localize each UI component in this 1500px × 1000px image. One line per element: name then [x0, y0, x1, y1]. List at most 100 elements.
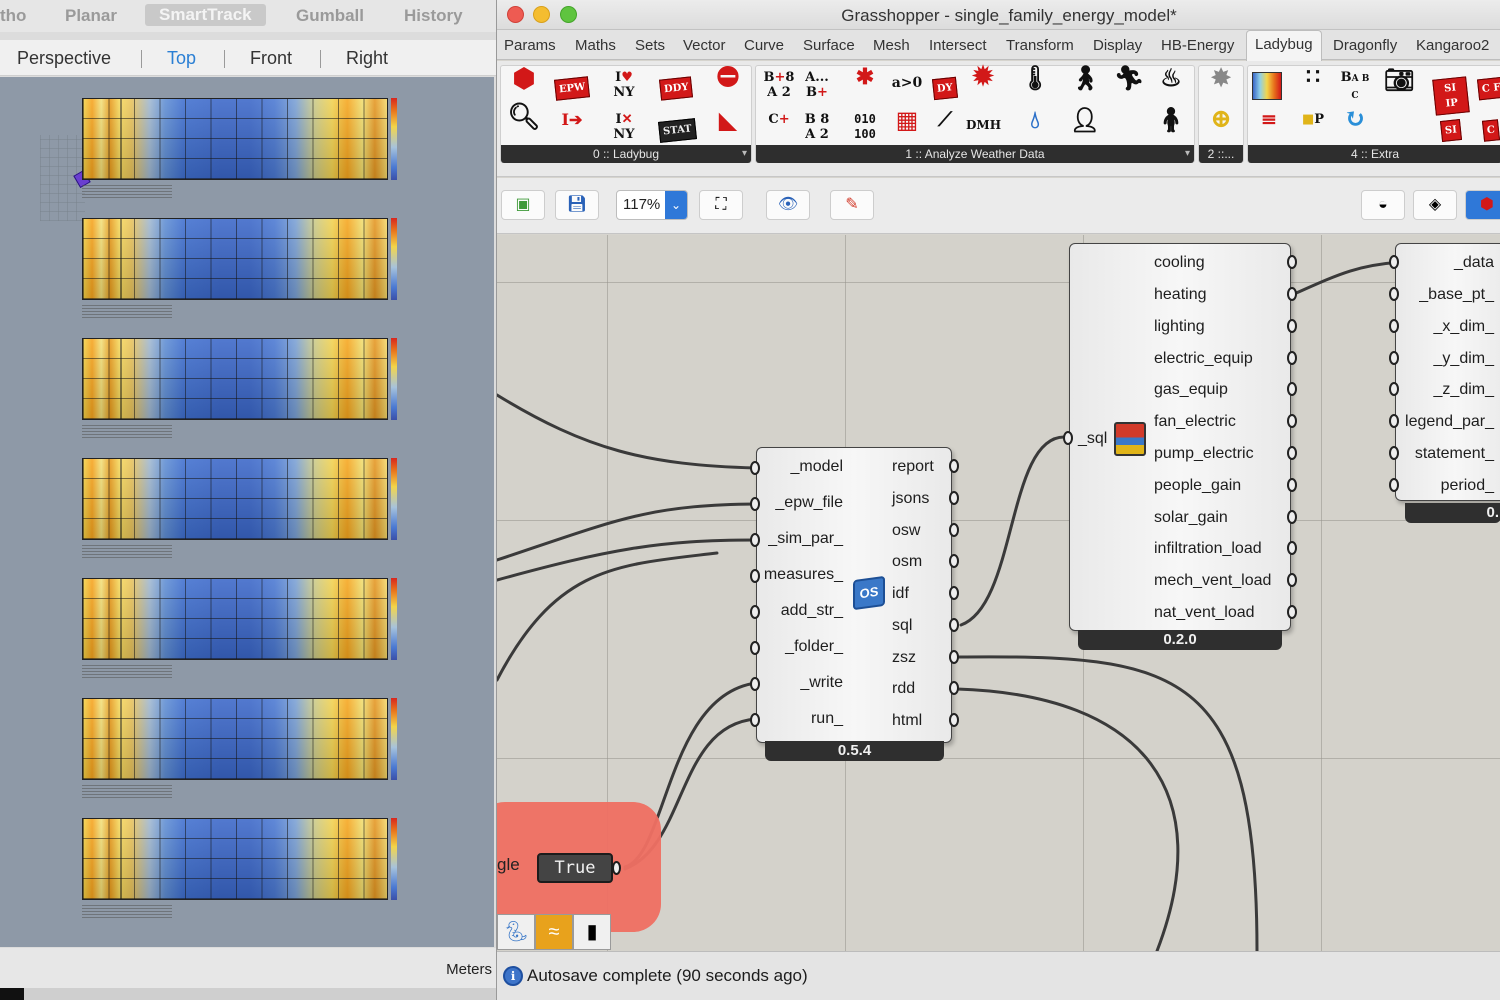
top-viewport[interactable]	[0, 77, 494, 947]
input-grip[interactable]	[1389, 414, 1399, 428]
hourly-plot-component[interactable]: _data _base_pt_ _x_dim_ _y_dim_ _z_dim_ …	[1395, 243, 1500, 501]
tab-sets[interactable]: Sets	[635, 37, 665, 54]
tab-intersect[interactable]: Intersect	[929, 37, 987, 54]
output-grip[interactable]	[949, 459, 959, 473]
tab-maths[interactable]: Maths	[575, 37, 616, 54]
output-port[interactable]: solar_gain	[1154, 509, 1228, 527]
input-port[interactable]: _write	[800, 674, 843, 692]
output-grip[interactable]	[1287, 382, 1297, 396]
input-grip[interactable]	[750, 605, 760, 619]
a-dots-icon[interactable]: A... B+	[800, 70, 834, 104]
output-grip[interactable]	[1287, 287, 1297, 301]
import-ddy-icon[interactable]: DDY	[658, 70, 694, 104]
import-epw-icon[interactable]: EPW	[553, 70, 591, 104]
output-grip[interactable]	[949, 713, 959, 727]
output-port[interactable]: pump_electric	[1154, 445, 1254, 463]
grasshopper-canvas[interactable]: _model _epw_file _sim_par_ measures_ add…	[497, 235, 1500, 951]
sunpath-icon[interactable]: ⊕	[1204, 106, 1238, 146]
input-grip[interactable]	[1389, 319, 1399, 333]
abc-icon[interactable]: BA B C	[1338, 70, 1372, 104]
c-plus-icon[interactable]: C+	[762, 112, 796, 146]
output-port[interactable]: people_gain	[1154, 477, 1241, 495]
panel-icon[interactable]: ▮	[573, 914, 611, 950]
preview-eye-button[interactable]: 👁︎	[766, 190, 810, 220]
output-grip[interactable]	[949, 650, 959, 664]
output-grip[interactable]	[949, 618, 959, 632]
tab-kangaroo2[interactable]: Kangaroo2	[1416, 37, 1489, 54]
output-grip[interactable]	[949, 523, 959, 537]
input-grip[interactable]	[750, 461, 760, 475]
open-file-button[interactable]: ▣	[501, 190, 545, 220]
input-grip[interactable]	[750, 677, 760, 691]
output-port[interactable]: fan_electric	[1154, 413, 1236, 431]
ribbon-group-label[interactable]: 2 ::...	[1199, 145, 1243, 163]
output-grip[interactable]	[1287, 446, 1297, 460]
input-grip[interactable]	[1389, 255, 1399, 269]
output-grip[interactable]	[949, 586, 959, 600]
input-port[interactable]: _y_dim_	[1434, 350, 1494, 368]
dropdown-arrow-icon[interactable]: ▾	[1185, 148, 1190, 159]
b-8-a-2-icon[interactable]: B 8A 2	[800, 112, 834, 146]
output-grip[interactable]	[612, 861, 621, 875]
ip-to-si-icon[interactable]: SI	[1434, 112, 1468, 146]
input-port[interactable]: _epw_file	[775, 494, 843, 512]
input-port[interactable]: _z_dim_	[1434, 381, 1494, 399]
input-port[interactable]: _sim_par_	[768, 530, 843, 548]
dy-icon[interactable]: DY	[928, 70, 962, 104]
human-comfort-icon[interactable]: 🚶︎	[1068, 66, 1102, 104]
output-grip[interactable]	[1287, 255, 1297, 269]
ribbon-group-label[interactable]: 4 :: Extra	[1248, 145, 1500, 163]
input-grip[interactable]	[1389, 351, 1399, 365]
input-port[interactable]: legend_par_	[1405, 413, 1494, 431]
osnap-ortho[interactable]: tho	[0, 6, 26, 26]
c-to-f-icon[interactable]: C F	[1474, 70, 1500, 104]
boolean-toggle[interactable]: True	[537, 853, 613, 883]
epw-to-ny-icon[interactable]: I➔	[555, 112, 589, 146]
zoom-extents-button[interactable]: ⛶	[699, 190, 743, 220]
location-icon[interactable]: ◣	[711, 108, 745, 146]
ip-icon[interactable]: ■P	[1296, 112, 1330, 146]
input-port[interactable]: add_str_	[781, 602, 843, 620]
osnap-smarttrack[interactable]: SmartTrack	[145, 4, 266, 26]
input-port[interactable]: _base_pt_	[1419, 286, 1494, 304]
input-port[interactable]: _sql	[1078, 430, 1107, 448]
input-grip[interactable]	[750, 713, 760, 727]
tab-right[interactable]: Right	[346, 48, 388, 69]
input-grip[interactable]	[750, 569, 760, 583]
output-grip[interactable]	[1287, 478, 1297, 492]
tab-params[interactable]: Params	[504, 37, 556, 54]
input-grip[interactable]	[1389, 382, 1399, 396]
standing-icon[interactable]: 🧍︎	[1154, 108, 1188, 146]
input-port[interactable]: _folder_	[785, 638, 843, 656]
tab-top[interactable]: Top	[167, 48, 196, 69]
sky-dome-icon[interactable]: ✸	[1204, 66, 1238, 104]
ribbon-group-label[interactable]: 0 :: Ladybug	[501, 145, 751, 163]
input-port[interactable]: run_	[811, 710, 843, 728]
output-port[interactable]: html	[892, 712, 922, 730]
output-grip[interactable]	[949, 554, 959, 568]
osnap-planar[interactable]: Planar	[65, 6, 117, 26]
camera-icon[interactable]: 📷︎	[1382, 68, 1416, 106]
osnap-history[interactable]: History	[404, 6, 463, 26]
ribbon-group-label[interactable]: 1 :: Analyze Weather Data	[756, 145, 1194, 163]
tab-surface[interactable]: Surface	[803, 37, 855, 54]
python-icon[interactable]: 🐍︎	[497, 914, 535, 950]
i-x-ny-icon[interactable]: I✕ NY	[607, 112, 641, 146]
split-icon[interactable]: ✱	[848, 66, 882, 104]
input-port[interactable]: _data	[1454, 254, 1494, 272]
input-grip[interactable]	[1063, 431, 1073, 445]
i-love-ny-icon[interactable]: I♥ NY	[607, 70, 641, 104]
run-simulation-component[interactable]: _model _epw_file _sim_par_ measures_ add…	[756, 447, 952, 743]
chevron-down-icon[interactable]: ⌄	[665, 191, 687, 219]
input-grip[interactable]	[1389, 446, 1399, 460]
output-port[interactable]: osw	[892, 522, 920, 540]
input-grip[interactable]	[1389, 287, 1399, 301]
output-grip[interactable]	[949, 681, 959, 695]
output-port[interactable]: nat_vent_load	[1154, 604, 1255, 622]
apply-conditional-icon[interactable]: B+8 A 2	[762, 70, 796, 104]
output-port[interactable]: mech_vent_load	[1154, 572, 1271, 590]
humidity-icon[interactable]: 💧︎	[1018, 108, 1052, 146]
output-grip[interactable]	[949, 491, 959, 505]
input-grip[interactable]	[750, 641, 760, 655]
red-burst-icon[interactable]: ✹	[966, 64, 1000, 104]
